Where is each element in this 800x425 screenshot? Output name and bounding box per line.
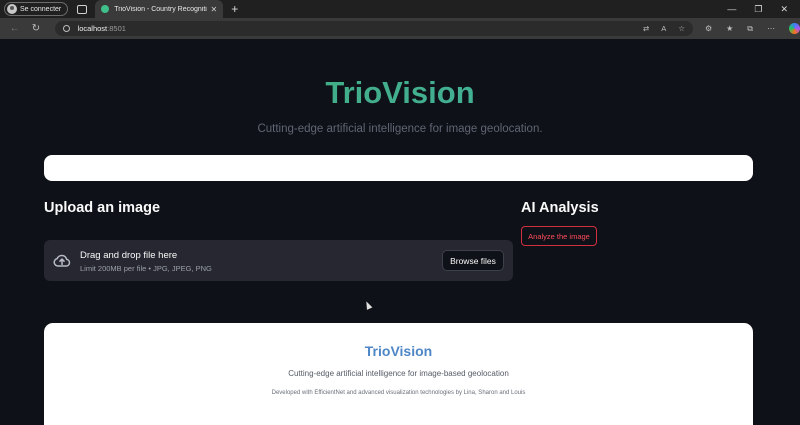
hero-title: TrioVision — [0, 75, 800, 111]
file-dropzone[interactable]: Drag and drop file here Limit 200MB per … — [44, 240, 513, 281]
profile-label: Se connecter — [20, 5, 62, 13]
browser-address-bar: ← ↻ localhost:8501 ⇄ A ☆ ⚙ ★ ⧉ ⋯ — [0, 18, 800, 39]
favorite-star-icon[interactable]: ☆ — [678, 24, 685, 33]
app-main: TrioVision Cutting-edge artificial intel… — [0, 39, 800, 425]
back-icon[interactable]: ← — [4, 23, 25, 34]
menu-icon[interactable]: ⋯ — [767, 24, 775, 33]
mouse-cursor-icon — [363, 300, 373, 310]
analysis-heading: AI Analysis — [521, 200, 599, 216]
browser-tab-bar: Se connecter TrioVision - Country Recogn… — [0, 0, 800, 18]
avatar-icon — [7, 4, 17, 14]
footer-title: TrioVision — [364, 343, 433, 359]
new-tab-icon[interactable]: + — [231, 3, 238, 15]
footer-subtitle: Cutting-edge artificial intelligence for… — [288, 369, 509, 378]
url-field[interactable]: localhost:8501 ⇄ A ☆ — [54, 21, 693, 36]
tab-title: TrioVision - Country Recognition — [114, 5, 207, 13]
translate-icon[interactable]: ⇄ — [643, 24, 649, 33]
site-info-icon[interactable] — [62, 25, 70, 32]
url-text: localhost:8501 — [77, 24, 126, 33]
window-close-icon[interactable]: ✕ — [780, 4, 788, 15]
copilot-icon[interactable] — [789, 23, 800, 34]
hero-subtitle: Cutting-edge artificial intelligence for… — [257, 123, 543, 135]
profile-button[interactable]: Se connecter — [4, 2, 69, 16]
cloud-upload-icon — [53, 254, 71, 267]
dropzone-instructions: Drag and drop file here — [80, 250, 178, 261]
banner-bar — [44, 155, 753, 181]
favicon-icon — [101, 5, 110, 13]
read-aloud-icon[interactable]: A — [661, 24, 666, 33]
dropzone-limit: Limit 200MB per file • JPG, JPEG, PNG — [80, 264, 212, 273]
favorites-icon[interactable]: ★ — [726, 24, 733, 33]
collections-icon[interactable]: ⧉ — [747, 24, 753, 34]
tab-actions-icon[interactable] — [77, 4, 88, 14]
footer-card: TrioVision Cutting-edge artificial intel… — [44, 323, 753, 425]
tab-close-icon[interactable]: ✕ — [211, 5, 218, 14]
restore-icon[interactable]: ❐ — [754, 4, 762, 15]
reload-icon[interactable]: ↻ — [25, 23, 46, 34]
upload-heading: Upload an image — [44, 200, 161, 216]
footer-credit: Developed with EfficientNet and advanced… — [271, 390, 526, 396]
window-controls: — ❐ ✕ — [727, 4, 800, 15]
analyze-image-button[interactable]: Analyze the image — [521, 226, 597, 246]
minimize-icon[interactable]: — — [727, 4, 736, 15]
browse-files-button[interactable]: Browse files — [442, 250, 504, 271]
browser-tab-active[interactable]: TrioVision - Country Recognition ✕ — [95, 0, 224, 18]
extensions-icon[interactable]: ⚙ — [705, 24, 712, 33]
